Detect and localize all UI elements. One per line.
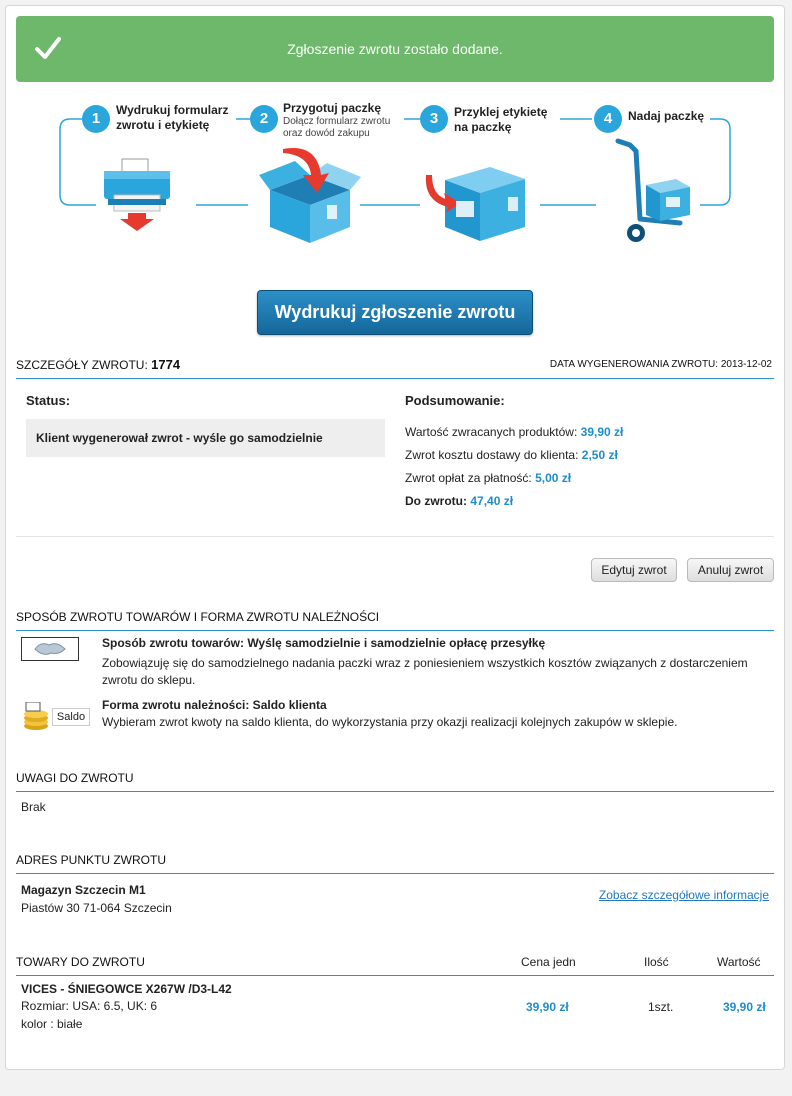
generated-value: 2013-12-02 [720,359,772,370]
step-3-title-line2: na paczkę [454,120,512,134]
goods-method-desc-line2: zwrotu do sklepu. [102,673,196,687]
step-2-title: Przygotuj paczkę Dołącz formularz zwrotu… [283,101,390,140]
summary-row-delivery: Zwrot kosztu dostawy do klienta: 2,50 zł [405,444,623,467]
saldo-badge: Saldo [22,702,92,730]
step-2-circle: 2 [250,105,278,133]
step-2-title-line1: Przygotuj paczkę [283,101,382,115]
generated-date: DATA WYGENEROWANIA ZWROTU: 2013-12-02 [550,359,772,370]
step-4-circle: 4 [594,105,622,133]
notes-header: UWAGI DO ZWROTU [16,771,774,792]
status-value: Klient wygenerował zwrot - wyśle go samo… [26,419,385,457]
summary-products-value: 39,90 zł [580,425,624,439]
notes-value: Brak [21,800,46,814]
item-name: VICES - ŚNIEGOWCE X267W /D3-L42 [21,982,232,996]
summary-delivery-value: 2,50 zł [581,448,618,462]
step-3-title-line1: Przyklej etykietę [454,105,548,119]
col-value-header: Wartość [717,955,761,969]
step-3-circle: 3 [420,105,448,133]
step-1-title: Wydrukuj formularz zwrotu i etykietę [116,103,228,133]
printer-icon [104,158,170,231]
step-1-title-line1: Wydrukuj formularz [116,103,229,117]
summary-label: Podsumowanie: [405,393,505,408]
print-return-form-button[interactable]: Wydrukuj zgłoszenie zwrotu [257,290,533,335]
summary-row-total: Do zwrotu: 47,40 zł [405,490,623,513]
item-qty: 1szt. [648,1000,674,1014]
col-qty-header: Ilość [644,955,669,969]
address-details-link[interactable]: Zobacz szczegółowe informacje [599,888,769,902]
handshake-icon [21,637,79,661]
item-value: 39,90 zł [723,1000,766,1014]
open-box-icon [259,148,361,243]
summary-row-products: Wartość zwracanych produktów: 39,90 zł [405,421,623,444]
edit-return-button[interactable]: Edytuj zwrot [591,558,677,582]
item-price: 39,90 zł [526,1000,569,1014]
step-4-title: Nadaj paczkę [628,109,704,124]
generated-label: DATA WYGENEROWANIA ZWROTU: [549,359,719,370]
step-4-title-line1: Nadaj paczkę [628,109,705,123]
status-label: Status: [26,393,71,408]
summary-total-label: Do zwrotu: [405,494,467,508]
step-2-sub-line1: Dołącz formularz zwrotu [283,116,391,127]
cancel-return-button[interactable]: Anuluj zwrot [687,558,774,582]
goods-method-title: Sposób zwrotu towarów: Wyślę samodzielni… [102,636,546,650]
coins-icon [24,702,48,730]
address-name: Magazyn Szczecin M1 [21,883,146,897]
summary-payment-value: 5,00 zł [535,471,572,485]
details-divider [16,536,774,537]
details-header: SZCZEGÓŁY ZWROTU: 1774 DATA WYGENEROWANI… [16,357,774,379]
col-price-header: Cena jedn [521,955,576,969]
address-line: Piastów 30 71-064 Szczecin [21,901,172,915]
goods-method-desc-line1: Zobowiązuję się do samodzielnego nadania… [102,656,748,670]
step-1-title-line2: zwrotu i etykietę [116,118,210,132]
success-banner: Zgłoszenie zwrotu zostało dodane. [16,16,774,82]
return-number: 1774 [151,357,181,372]
return-steps: 1 2 3 4 Wydrukuj formularz zwrotu i etyk… [0,95,792,255]
details-label: SZCZEGÓŁY ZWROTU: [16,358,148,372]
address-header: ADRES PUNKTU ZWROTU [16,853,774,874]
saldo-label: Saldo [52,708,90,726]
summary-delivery-label: Zwrot kosztu dostawy do klienta: [405,448,579,462]
step-3-title: Przyklej etykietę na paczkę [454,105,547,135]
method-header: SPOSÓB ZWROTU TOWARÓW I FORMA ZWROTU NAL… [16,610,774,631]
item-color: kolor : białe [21,1017,83,1031]
summary-total-value: 47,40 zł [470,494,514,508]
success-message: Zgłoszenie zwrotu zostało dodane. [287,41,503,57]
closed-box-icon [425,167,525,241]
refund-method-desc: Wybieram zwrot kwoty na saldo klienta, d… [102,715,678,729]
refund-method-title: Forma zwrotu należności: Saldo klienta [102,698,327,712]
summary-row-payment: Zwrot opłat za płatność: 5,00 zł [405,467,623,490]
summary-products-label: Wartość zwracanych produktów: [405,425,578,439]
hand-truck-icon [615,138,690,242]
summary-payment-label: Zwrot opłat za płatność: [405,471,532,485]
items-heading: TOWARY DO ZWROTU [16,955,145,969]
summary-list: Wartość zwracanych produktów: 39,90 zł Z… [405,421,623,513]
item-size: Rozmiar: USA: 6.5, UK: 6 [21,999,158,1013]
step-1-circle: 1 [82,105,110,133]
step-2-sub-line2: oraz dowód zakupu [283,128,370,139]
